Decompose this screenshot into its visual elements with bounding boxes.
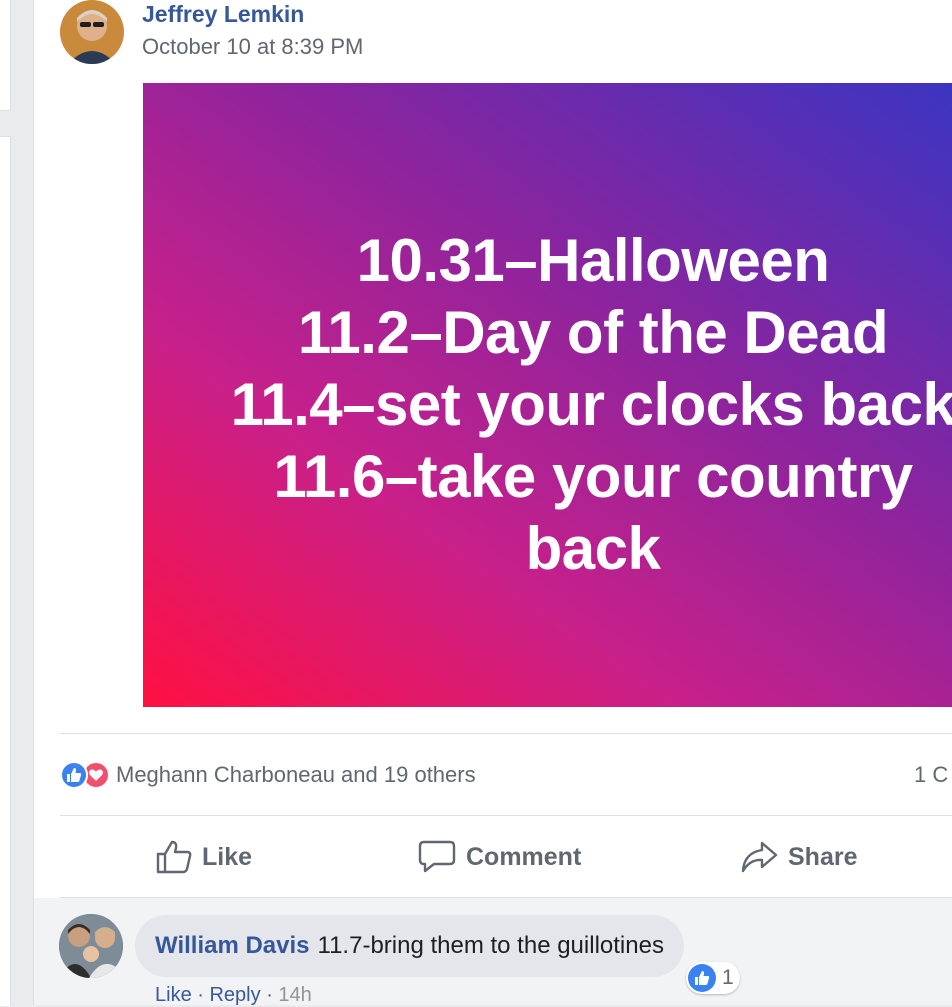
divider [60,733,952,734]
commenter-avatar[interactable] [59,914,123,978]
post-timestamp[interactable]: October 10 at 8:39 PM [142,34,363,60]
avatar-image [59,914,123,978]
share-button[interactable]: Share [740,830,857,884]
avatar-image [60,0,124,64]
comment-age[interactable]: 14h [278,984,311,1006]
comment-actions: Like · Reply · 14h [155,984,312,1007]
separator-dot: · [266,984,279,1006]
share-label: Share [788,842,858,871]
share-icon [741,841,778,873]
comment-text: 11.7-bring them to the guillotines [317,932,664,959]
image-line: back [525,515,661,582]
image-line: 11.6–take your country [273,443,913,510]
comment-icon [418,840,456,873]
image-line: 11.2–Day of the Dead [297,299,889,366]
reaction-summary[interactable]: Meghann Charboneau and 19 others [60,760,476,790]
like-icon [60,761,88,789]
comment: William Davis 11.7-bring them to the gui… [34,898,952,1007]
comment-reply-link[interactable]: Reply [209,984,260,1006]
separator-dot: · [197,984,210,1006]
like-icon [688,964,716,992]
post-image-text: 10.31–Halloween 11.2–Day of the Dead 11.… [143,225,952,585]
comment-like-count: 1 [722,966,734,989]
reaction-names[interactable]: Meghann Charboneau and 19 others [116,762,476,788]
post-author-name[interactable]: Jeffrey Lemkin [142,1,304,28]
comment-author[interactable]: William Davis [155,932,310,960]
post-card: Jeffrey Lemkin October 10 at 8:39 PM 10.… [33,0,952,1007]
image-line: 10.31–Halloween [356,227,830,294]
comment-button[interactable]: Comment [418,830,581,884]
post-image[interactable]: 10.31–Halloween 11.2–Day of the Dead 11.… [143,83,952,707]
author-avatar[interactable] [60,0,124,64]
divider [60,815,952,816]
left-rail [0,0,33,1006]
action-bar: Like Comment Share [60,830,952,884]
side-card [0,0,11,111]
side-card [0,136,11,1006]
comment-label: Comment [466,842,582,871]
comment-count[interactable]: 1 C [914,762,948,788]
image-line: 11.4–set your clocks back [230,371,952,438]
like-button[interactable]: Like [156,830,252,884]
like-label: Like [202,842,253,871]
thumbs-up-icon [156,840,192,874]
comment-bubble: William Davis 11.7-bring them to the gui… [135,915,684,977]
comment-like-link[interactable]: Like [155,984,192,1006]
comment-reaction-badge[interactable]: 1 [686,962,740,994]
